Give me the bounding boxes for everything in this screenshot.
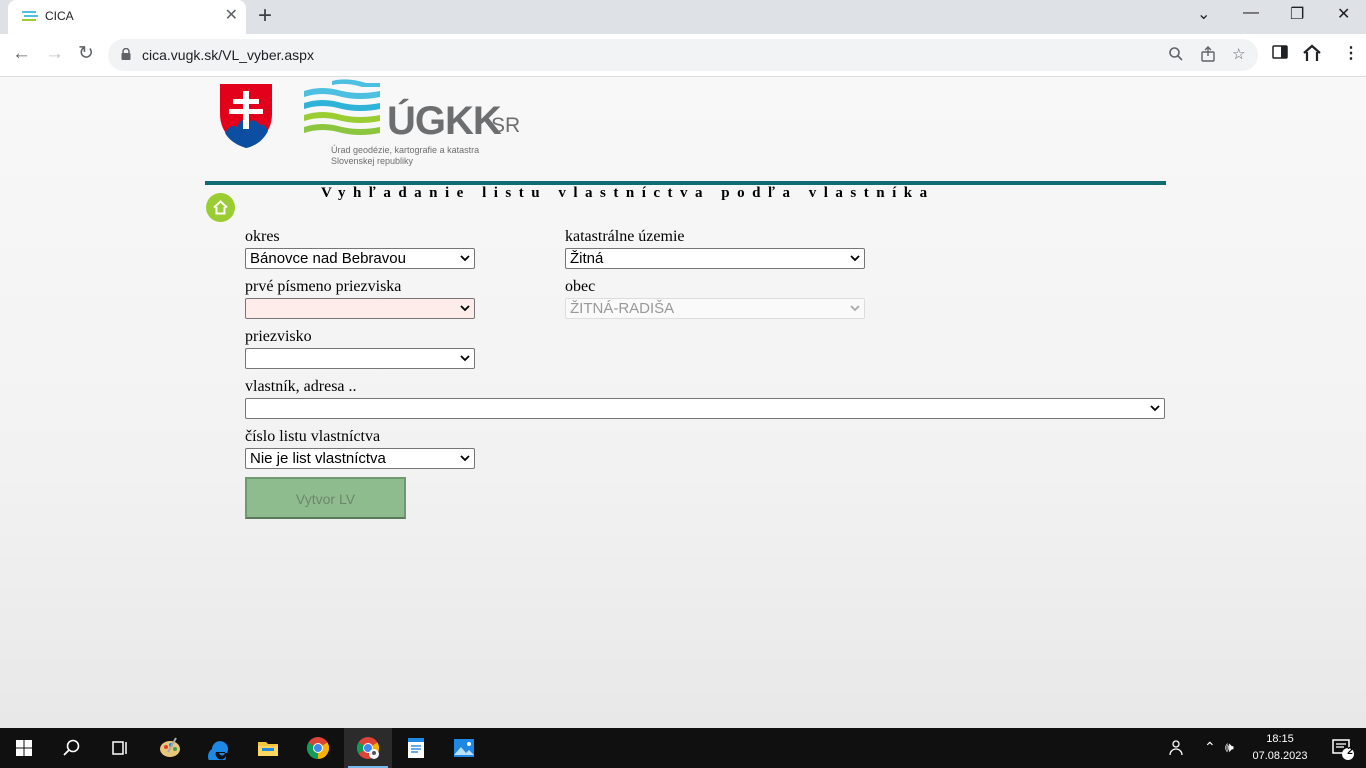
tab-search-icon[interactable]: ⌄	[1197, 4, 1210, 24]
profile-house-icon[interactable]	[1302, 44, 1322, 62]
chevron-down-icon	[850, 255, 860, 262]
taskbar-search-button[interactable]	[48, 728, 96, 768]
cislo-lv-label: číslo listu vlastníctva	[245, 428, 381, 445]
ugkk-logo-icon	[304, 79, 380, 135]
chevron-down-icon	[460, 255, 470, 262]
search-icon	[63, 739, 80, 756]
cica-favicon-icon	[22, 11, 38, 21]
prve-pismeno-label: prvé písmeno priezviska	[245, 278, 402, 295]
restore-button[interactable]: ❐	[1290, 4, 1304, 24]
task-view-button[interactable]	[96, 728, 144, 768]
home-icon	[213, 200, 228, 215]
vlastnik-adresa-label: vlastník, adresa ..	[245, 378, 357, 395]
taskbar-chrome-app[interactable]	[294, 728, 342, 768]
logo-subtitle-line-2: Slovenskej republiky	[331, 156, 414, 166]
okres-select[interactable]: Bánovce nad Bebravou	[245, 248, 475, 269]
home-button[interactable]	[206, 193, 235, 222]
chevron-up-icon[interactable]: ⌃	[1204, 739, 1216, 755]
notification-center-button[interactable]: 2	[1318, 728, 1366, 768]
browser-toolbar: ← → ↻ cica.vugk.sk/VL_vyber.aspx ☆ ⋮	[0, 34, 1366, 77]
cislo-lv-value: Nie je list vlastníctva	[250, 450, 386, 467]
edge-browser-icon	[208, 741, 228, 760]
browser-tab[interactable]: CICA ✕	[8, 0, 246, 34]
bookmark-star-icon[interactable]: ☆	[1232, 46, 1245, 64]
logo-suffix: SR	[491, 114, 521, 137]
url-text: cica.vugk.sk/VL_vyber.aspx	[142, 47, 314, 63]
back-arrow-icon[interactable]: ←	[12, 43, 31, 65]
chevron-down-icon	[850, 305, 860, 312]
notification-badge: 2	[1347, 746, 1353, 757]
vytvor-lv-button[interactable]: Vytvor LV	[245, 477, 406, 519]
document-icon	[408, 738, 424, 758]
obec-select: ŽITNÁ-RADIŠA	[565, 298, 865, 319]
katastralne-uzemie-label: katastrálne územie	[565, 228, 685, 245]
okres-value: Bánovce nad Bebravou	[250, 250, 406, 267]
reload-icon[interactable]: ↻	[78, 43, 94, 65]
slovak-coat-of-arms-icon	[220, 84, 272, 148]
okres-label: okres	[245, 228, 280, 245]
taskbar-photos-app[interactable]	[440, 728, 488, 768]
search-icon[interactable]	[1168, 46, 1184, 62]
prve-pismeno-select[interactable]	[245, 298, 475, 319]
chrome-profile-icon	[357, 737, 379, 759]
folder-icon	[258, 742, 278, 756]
logo-subtitle-line-1: Úrad geodézie, kartografie a katastra	[331, 145, 480, 155]
start-button[interactable]	[0, 728, 48, 768]
address-bar[interactable]: cica.vugk.sk/VL_vyber.aspx ☆	[108, 39, 1258, 71]
lock-icon	[121, 48, 131, 60]
clock-date[interactable]: 07.08.2023	[1248, 750, 1312, 762]
cislo-lv-select[interactable]: Nie je list vlastníctva	[245, 448, 475, 469]
paint-palette-icon	[160, 737, 180, 757]
page-title: Vyhľadanie listu vlastníctva podľa vlast…	[321, 185, 935, 201]
taskbar-chrome-profile-app[interactable]	[344, 728, 392, 768]
photos-icon	[454, 739, 474, 757]
tab-close-icon[interactable]: ✕	[225, 7, 238, 25]
forward-arrow-icon[interactable]: →	[45, 43, 64, 65]
katastralne-uzemie-select[interactable]: Žitná	[565, 248, 865, 269]
page-content: ÚGKK SR Úrad geodézie, kartografie a kat…	[0, 77, 1366, 728]
windows-logo-icon	[16, 740, 32, 756]
chevron-down-icon	[460, 355, 470, 362]
minimize-button[interactable]: —	[1243, 4, 1259, 22]
vlastnik-adresa-select[interactable]	[245, 398, 1165, 419]
side-panel-icon[interactable]	[1272, 44, 1288, 60]
chevron-down-icon	[460, 305, 470, 312]
close-window-button[interactable]: ✕	[1337, 4, 1350, 24]
taskbar: ⌃ 🕪 18:15 07.08.2023 2	[0, 728, 1366, 768]
vytvor-lv-label: Vytvor LV	[295, 491, 356, 507]
share-icon[interactable]	[1200, 46, 1216, 62]
obec-value: ŽITNÁ-RADIŠA	[570, 300, 675, 317]
taskbar-explorer-app[interactable]	[244, 728, 292, 768]
taskbar-notepad-app[interactable]	[392, 728, 440, 768]
browser-tab-bar: CICA ✕ + ⌄ — ❐ ✕	[0, 0, 1366, 34]
chevron-down-icon	[460, 455, 470, 462]
priezvisko-label: priezvisko	[245, 328, 312, 345]
taskbar-edge-app[interactable]	[196, 728, 244, 768]
clock-time[interactable]: 18:15	[1250, 733, 1310, 745]
priezvisko-select[interactable]	[245, 348, 475, 369]
new-tab-button[interactable]: +	[258, 3, 272, 29]
logo-subtitle: Úrad geodézie, kartografie a katastra Sl…	[331, 145, 531, 167]
taskbar-paint-app[interactable]	[146, 728, 194, 768]
tab-title: CICA	[45, 9, 74, 23]
obec-label: obec	[565, 278, 596, 295]
chrome-icon	[307, 737, 329, 759]
task-view-icon	[112, 741, 127, 755]
logo-title: ÚGKK	[387, 99, 502, 143]
volume-icon[interactable]: 🕪	[1225, 739, 1234, 755]
menu-kebab-icon[interactable]: ⋮	[1343, 44, 1359, 64]
katastralne-uzemie-value: Žitná	[570, 250, 604, 267]
chevron-down-icon	[1150, 405, 1160, 412]
people-icon[interactable]	[1166, 739, 1184, 757]
